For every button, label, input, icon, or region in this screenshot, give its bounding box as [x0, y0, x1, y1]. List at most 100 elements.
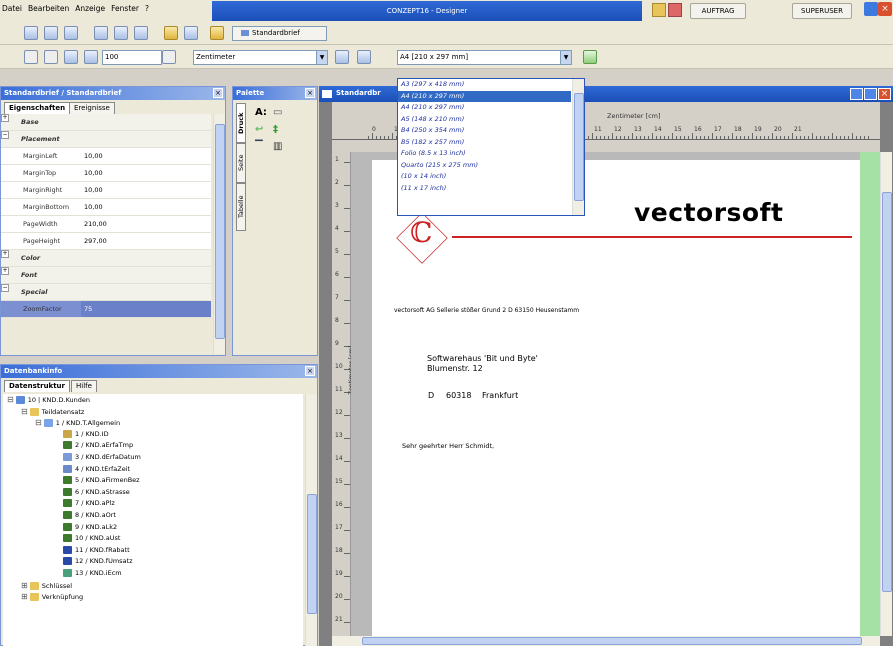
menu-window[interactable]: Fenster: [111, 4, 139, 13]
menu-file[interactable]: Datei: [2, 4, 22, 13]
page-view-3-icon[interactable]: [134, 26, 148, 40]
document-selector[interactable]: Standardbrief: [232, 26, 327, 41]
window-layout-3-icon[interactable]: [64, 26, 78, 40]
apply-format-icon[interactable]: [583, 50, 597, 64]
bookmark-icon[interactable]: [668, 3, 682, 17]
barcode-tool-icon[interactable]: ▥: [273, 141, 291, 152]
tree-node[interactable]: 10 / KND.aUst: [7, 533, 303, 545]
tree-node[interactable]: ⊟ Teildatensatz: [7, 406, 303, 418]
property-value[interactable]: 297,00: [81, 233, 211, 249]
property-value[interactable]: 10,00: [81, 199, 211, 215]
zoom-input[interactable]: 100: [102, 50, 162, 65]
restore-window-icon[interactable]: [864, 2, 878, 16]
database-scrollbar[interactable]: [305, 394, 317, 646]
property-row[interactable]: PageHeight 297,00: [1, 233, 211, 250]
tab-properties[interactable]: Eigenschaften: [4, 102, 71, 114]
tree-node[interactable]: ⊞ Schlüssel: [7, 580, 303, 592]
page-view-2-icon[interactable]: [114, 26, 128, 40]
unit-select[interactable]: Zentimeter ▼: [193, 50, 328, 65]
zoom-out-icon[interactable]: [44, 50, 58, 64]
scrollbar-thumb[interactable]: [882, 192, 892, 592]
property-row[interactable]: ZoomFactor 75: [1, 301, 211, 318]
return-tool-icon[interactable]: ↩: [255, 124, 273, 135]
tree-node[interactable]: 5 / KND.aFirmenBez: [7, 475, 303, 487]
tree-expander-icon[interactable]: ⊟: [35, 418, 42, 427]
save-icon[interactable]: [184, 26, 198, 40]
property-value[interactable]: 210,00: [81, 216, 211, 232]
tree-node[interactable]: 13 / KND.iEcm: [7, 568, 303, 580]
paper-format-option[interactable]: A4 (210 x 297 mm): [398, 90, 571, 102]
property-category[interactable]: − Special: [1, 284, 211, 301]
paper-format-option[interactable]: Folio (8.5 x 13 inch): [398, 148, 571, 160]
tree-node[interactable]: 8 / KND.aOrt: [7, 510, 303, 522]
paper-format-option[interactable]: (11 x 17 inch): [398, 183, 571, 195]
menu-view[interactable]: Anzeige: [75, 4, 105, 13]
tab-druck[interactable]: Druck: [236, 103, 246, 143]
expander-icon[interactable]: +: [1, 250, 9, 258]
line-tool-icon[interactable]: ▔: [255, 141, 273, 152]
tree-node[interactable]: 2 / KND.aErfaTmp: [7, 440, 303, 452]
close-window-icon[interactable]: ×: [878, 2, 892, 16]
expander-icon[interactable]: −: [1, 284, 9, 292]
scrollbar-thumb[interactable]: [574, 93, 584, 201]
tree-node[interactable]: 4 / KND.tErfaZeit: [7, 464, 303, 476]
logo-text[interactable]: vectorsoft: [634, 198, 783, 227]
recipient-zip[interactable]: 60318: [446, 391, 471, 400]
tab-tabelle[interactable]: Tabelle: [236, 183, 246, 231]
property-category[interactable]: − Placement: [1, 131, 211, 148]
expander-icon[interactable]: +: [1, 267, 9, 275]
salutation[interactable]: Sehr geehrter Herr Schmidt,: [402, 442, 494, 450]
property-category[interactable]: + Font: [1, 267, 211, 284]
align-icon[interactable]: [335, 50, 349, 64]
property-value[interactable]: 75: [81, 301, 211, 317]
arrow-tool-icon[interactable]: ‡: [273, 124, 291, 135]
property-row[interactable]: PageWidth 210,00: [1, 216, 211, 233]
paper-format-option[interactable]: A4 (210 x 297 mm): [398, 102, 571, 114]
close-icon[interactable]: ×: [878, 88, 891, 100]
tree-expander-icon[interactable]: ⊟: [21, 407, 28, 416]
paper-format-select[interactable]: A4 [210 x 297 mm] ▼: [397, 50, 572, 65]
expander-icon[interactable]: −: [1, 131, 9, 139]
scrollbar-thumb[interactable]: [362, 637, 862, 645]
property-value[interactable]: 10,00: [81, 148, 211, 164]
tree-node[interactable]: 1 / KND.ID: [7, 429, 303, 441]
close-icon[interactable]: ×: [213, 88, 223, 98]
paper-format-option[interactable]: B5 (182 x 257 mm): [398, 137, 571, 149]
tree-node[interactable]: 6 / KND.aStrasse: [7, 487, 303, 499]
tree-expander-icon[interactable]: ⊞: [21, 581, 28, 590]
tab-seite[interactable]: Seite: [236, 143, 246, 183]
tree-expander-icon[interactable]: ⊟: [7, 395, 14, 404]
letter-page[interactable]: ℂ vectorsoft vectorsoft AG Sellerie stöß…: [372, 160, 860, 636]
page-view-1-icon[interactable]: [94, 26, 108, 40]
recipient-city[interactable]: Frankfurt: [482, 391, 518, 400]
property-row[interactable]: MarginRight 10,00: [1, 182, 211, 199]
property-row[interactable]: MarginBottom 10,00: [1, 199, 211, 216]
chevron-down-icon[interactable]: ▼: [316, 51, 327, 64]
property-row[interactable]: MarginLeft 10,00: [1, 148, 211, 165]
scrollbar-thumb[interactable]: [307, 494, 317, 614]
tab-events[interactable]: Ereignisse: [69, 102, 115, 114]
scrollbar-thumb[interactable]: [215, 124, 225, 339]
chevron-down-icon[interactable]: ▼: [560, 51, 571, 64]
properties-scrollbar[interactable]: [213, 114, 225, 354]
maximize-icon[interactable]: [864, 88, 877, 100]
property-category[interactable]: + Color: [1, 250, 211, 267]
tree-node[interactable]: 9 / KND.aLk2: [7, 522, 303, 534]
zoom-spinner-icon[interactable]: [162, 50, 176, 64]
grid-icon[interactable]: [64, 50, 78, 64]
open-folder-icon[interactable]: [164, 26, 178, 40]
property-row[interactable]: MarginTop 10,00: [1, 165, 211, 182]
recipient-name[interactable]: Softwarehaus 'Bit und Byte': [427, 354, 538, 363]
auftrag-button[interactable]: AUFTRAG: [690, 3, 746, 19]
paper-format-option[interactable]: A5 (148 x 210 mm): [398, 114, 571, 126]
tree-node[interactable]: 7 / KND.aPlz: [7, 498, 303, 510]
menu-help[interactable]: ?: [145, 4, 149, 13]
tree-node[interactable]: 11 / KND.fRabatt: [7, 545, 303, 557]
text-tool-icon[interactable]: A:: [255, 107, 273, 118]
paper-format-option[interactable]: A3 (297 x 418 mm): [398, 79, 571, 91]
snap-icon[interactable]: [357, 50, 371, 64]
page-icon[interactable]: [84, 50, 98, 64]
tab-datenstruktur[interactable]: Datenstruktur: [4, 380, 70, 392]
tab-hilfe[interactable]: Hilfe: [71, 380, 97, 392]
superuser-button[interactable]: SUPERUSER: [792, 3, 852, 19]
